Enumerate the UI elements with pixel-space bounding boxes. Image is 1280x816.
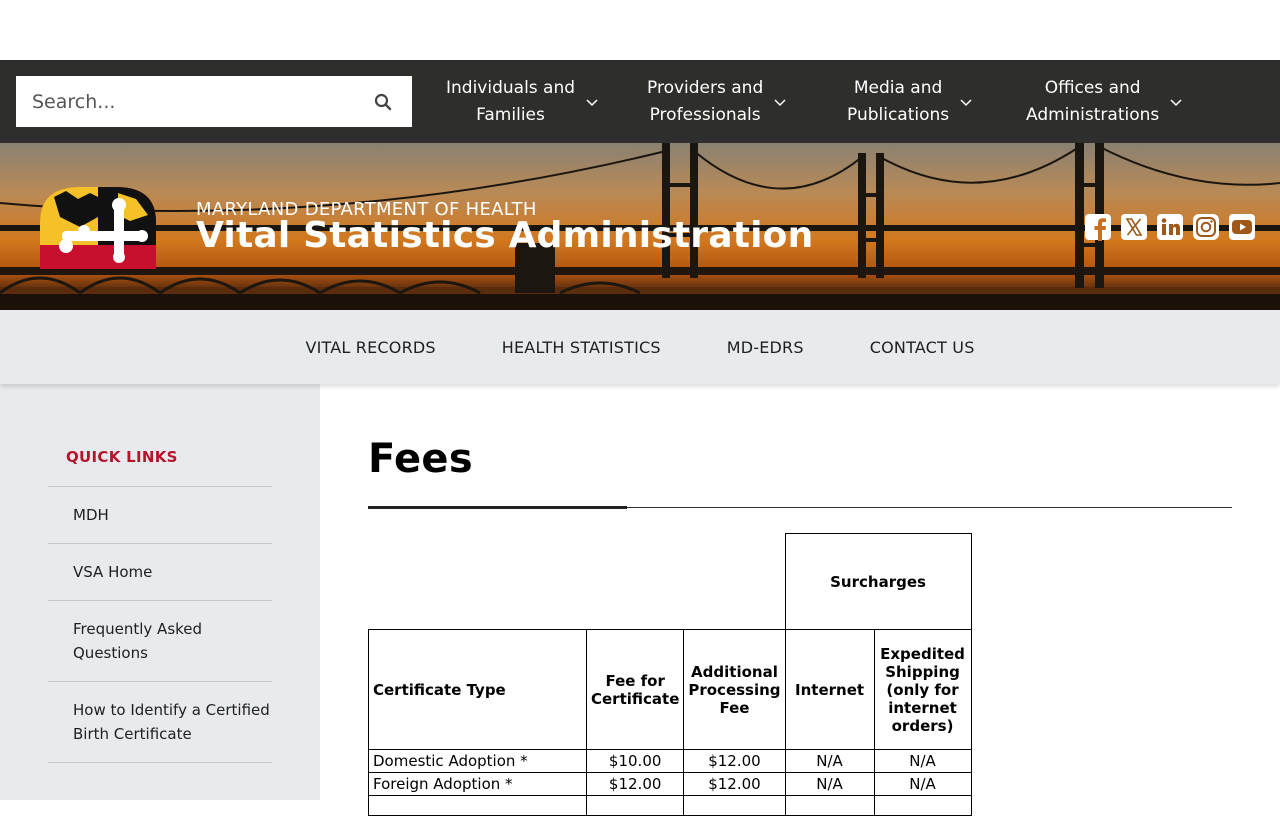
search-icon[interactable] bbox=[354, 76, 412, 127]
quick-links-title: QUICK LINKS bbox=[66, 448, 178, 466]
header-internet: Internet bbox=[784, 629, 875, 750]
cell-expedited: N/A bbox=[873, 749, 972, 773]
subnav-md-edrs[interactable]: MD-EDRS bbox=[694, 338, 837, 357]
nav-label-line2: Publications bbox=[847, 104, 950, 125]
nav-individuals-and-families[interactable]: Individuals and Families bbox=[446, 60, 599, 143]
nav-label-line2: Administrations bbox=[1026, 104, 1160, 125]
quick-link-faq[interactable]: Frequently Asked Questions bbox=[48, 601, 272, 682]
nav-label-line1: Providers and bbox=[647, 77, 764, 98]
linkedin-icon[interactable] bbox=[1156, 213, 1184, 241]
table-row bbox=[368, 795, 972, 816]
nav-label-line1: Individuals and bbox=[446, 77, 576, 98]
instagram-icon[interactable] bbox=[1192, 213, 1220, 241]
table-row: Domestic Adoption * $10.00 $12.00 N/A N/… bbox=[368, 749, 972, 773]
cell-certificate-type: Domestic Adoption * bbox=[368, 749, 587, 773]
quick-link-mdh[interactable]: MDH bbox=[48, 487, 272, 544]
cell-expedited: N/A bbox=[873, 772, 972, 796]
search-input[interactable] bbox=[16, 76, 354, 127]
cell-internet: N/A bbox=[784, 749, 875, 773]
nav-label-line1: Media and bbox=[853, 77, 943, 98]
header-certificate-type: Certificate Type bbox=[368, 629, 587, 750]
chevron-down-icon bbox=[586, 98, 598, 106]
table-empty-corner bbox=[369, 534, 786, 630]
title-divider bbox=[368, 506, 1232, 509]
subnav-health-statistics[interactable]: HEALTH STATISTICS bbox=[469, 338, 694, 357]
header-additional-processing-fee: Additional Processing Fee bbox=[683, 629, 786, 750]
main-content: Fees Surcharges Certificate Type Fee for… bbox=[320, 384, 1280, 816]
social-links bbox=[1084, 213, 1256, 241]
top-navigation-bar: Individuals andFamilies Providers andPro… bbox=[0, 60, 1280, 143]
nav-label-line2: Professionals bbox=[649, 104, 761, 125]
nav-media-and-publications[interactable]: Media and Publications bbox=[847, 60, 973, 143]
quick-links-list: MDH VSA Home Frequently Asked Questions … bbox=[48, 486, 272, 763]
fees-table: Surcharges Certificate Type Fee for Cert… bbox=[368, 533, 972, 816]
facebook-icon[interactable] bbox=[1084, 213, 1112, 241]
cell-processing-fee: $12.00 bbox=[683, 772, 786, 796]
quick-link-identify-birth-certificate[interactable]: How to Identify a Certified Birth Certif… bbox=[48, 682, 272, 763]
cell-fee: $12.00 bbox=[585, 772, 685, 796]
header-expedited-shipping: Expedited Shipping (only for internet or… bbox=[873, 629, 972, 750]
cell-certificate-type: Foreign Adoption * bbox=[368, 772, 587, 796]
nav-label-line2: Families bbox=[476, 104, 545, 125]
chevron-down-icon bbox=[1170, 98, 1182, 106]
cell-internet: N/A bbox=[784, 772, 875, 796]
cell-processing-fee: $12.00 bbox=[683, 749, 786, 773]
header-fee-for-certificate: Fee for Certificate bbox=[585, 629, 685, 750]
header-banner: MARYLAND DEPARTMENT OF HEALTH Vital Stat… bbox=[0, 143, 1280, 310]
subnav-contact-us[interactable]: CONTACT US bbox=[837, 338, 1008, 357]
agency-name[interactable]: Vital Statistics Administration bbox=[196, 215, 813, 256]
chevron-down-icon bbox=[774, 98, 786, 106]
nav-providers-and-professionals[interactable]: Providers and Professionals bbox=[647, 60, 787, 143]
search-box bbox=[16, 76, 412, 127]
subnav-vital-records[interactable]: VITAL RECORDS bbox=[272, 338, 468, 357]
surcharges-header: Surcharges bbox=[784, 533, 972, 630]
secondary-navigation: VITAL RECORDS HEALTH STATISTICS MD-EDRS … bbox=[0, 310, 1280, 384]
table-row: Foreign Adoption * $12.00 $12.00 N/A N/A bbox=[368, 772, 972, 796]
nav-label-line1: Offices and bbox=[1044, 77, 1141, 98]
page-title: Fees bbox=[368, 436, 473, 482]
nav-offices-and-administrations[interactable]: Offices and Administrations bbox=[1026, 60, 1183, 143]
maryland-flag-logo bbox=[40, 187, 156, 269]
quick-link-vsa-home[interactable]: VSA Home bbox=[48, 544, 272, 601]
cell-fee: $10.00 bbox=[585, 749, 685, 773]
quick-links-sidebar: QUICK LINKS MDH VSA Home Frequently Aske… bbox=[0, 384, 320, 800]
youtube-icon[interactable] bbox=[1228, 213, 1256, 241]
main-area: QUICK LINKS MDH VSA Home Frequently Aske… bbox=[0, 384, 1280, 816]
x-icon[interactable] bbox=[1120, 213, 1148, 241]
top-spacer bbox=[0, 0, 1280, 60]
chevron-down-icon bbox=[960, 98, 972, 106]
